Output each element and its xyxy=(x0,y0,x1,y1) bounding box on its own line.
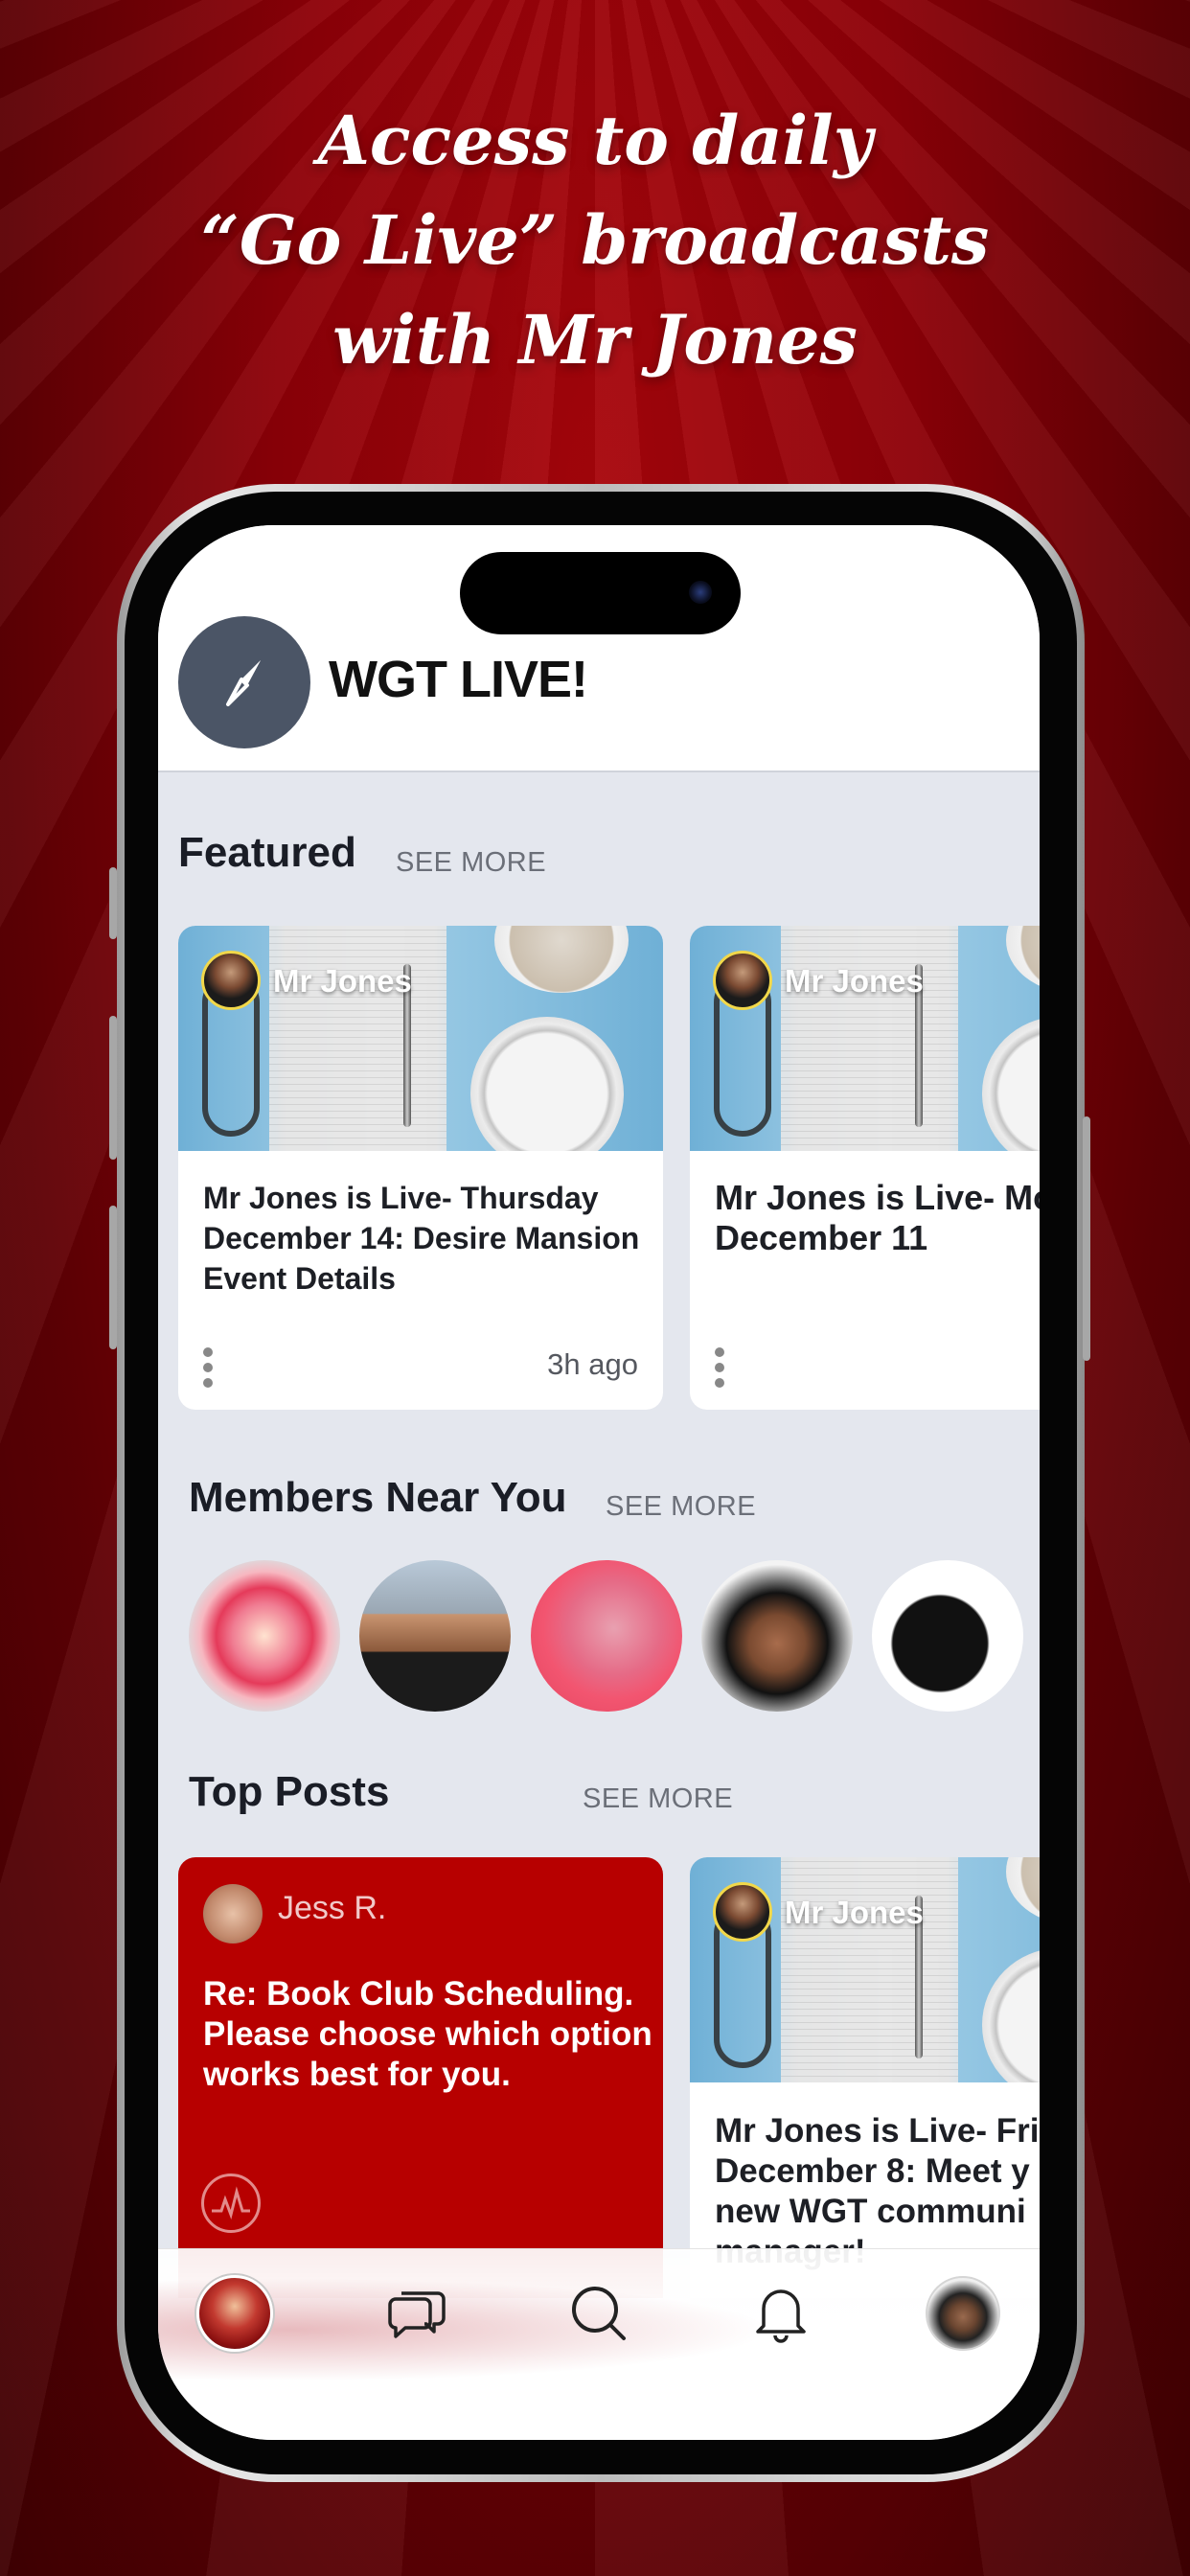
app-title: WGT LIVE! xyxy=(329,651,588,708)
more-options-icon[interactable] xyxy=(715,1347,724,1393)
post-author: Jess R. xyxy=(278,1890,387,1926)
author-avatar xyxy=(203,1884,263,1944)
featured-section-title: Featured xyxy=(178,829,356,876)
top-post-card[interactable]: Mr Jones Mr Jones is Live- Fri December … xyxy=(690,1857,1040,2298)
headline-line-1: Access to daily xyxy=(317,101,873,180)
phone-action-button xyxy=(109,867,117,939)
author-avatar xyxy=(201,951,261,1010)
phone-power-button xyxy=(1083,1116,1090,1361)
top-posts-section-title: Top Posts xyxy=(189,1768,390,1815)
headline-line-3: with Mr Jones xyxy=(332,300,858,380)
headline-line-2: “Go Live” broadcasts xyxy=(200,200,990,280)
member-avatar[interactable] xyxy=(701,1560,853,1712)
member-avatar[interactable] xyxy=(531,1560,682,1712)
members-section-title: Members Near You xyxy=(189,1474,567,1521)
home-avatar-icon[interactable] xyxy=(192,2270,278,2357)
member-avatar[interactable] xyxy=(872,1560,1023,1712)
activity-icon xyxy=(201,2174,261,2233)
author-avatar xyxy=(713,1882,772,1942)
home-indicator xyxy=(457,2405,741,2417)
phone-volume-down-button xyxy=(109,1206,117,1349)
search-icon[interactable] xyxy=(556,2270,642,2357)
top-post-card[interactable]: Jess R. Re: Book Club Scheduling. Please… xyxy=(178,1857,663,2298)
top-posts-see-more-link[interactable]: SEE MORE xyxy=(583,1783,733,1815)
featured-card[interactable]: Mr Jones Mr Jones is Live- Thursday Dece… xyxy=(178,926,663,1410)
profile-avatar-icon[interactable] xyxy=(920,2270,1006,2357)
card-timestamp: 3h ago xyxy=(547,1347,638,1381)
post-text: Re: Book Club Scheduling. Please choose … xyxy=(203,1975,652,2093)
bell-icon[interactable] xyxy=(738,2270,824,2357)
dynamic-island xyxy=(460,552,741,634)
card-title: Mr Jones is Live- Thursday December 14: … xyxy=(203,1181,640,1296)
card-title: Mr Jones is Live- Mo December 11 xyxy=(715,1178,1040,1257)
front-camera xyxy=(689,581,712,604)
card-author: Mr Jones xyxy=(785,963,924,999)
featured-see-more-link[interactable]: SEE MORE xyxy=(396,847,546,879)
members-see-more-link[interactable]: SEE MORE xyxy=(606,1491,756,1523)
more-options-icon[interactable] xyxy=(203,1347,213,1393)
member-avatar[interactable] xyxy=(359,1560,511,1712)
compass-icon[interactable] xyxy=(178,616,310,748)
promo-headline: Access to daily “Go Live” broadcasts wit… xyxy=(0,91,1190,390)
post-author: Mr Jones xyxy=(785,1895,924,1930)
app-screen: WGT LIVE! Featured SEE MORE Mr Jones Mr … xyxy=(158,525,1040,2440)
member-avatar[interactable] xyxy=(189,1560,340,1712)
phone-volume-up-button xyxy=(109,1016,117,1160)
card-author: Mr Jones xyxy=(273,963,412,999)
author-avatar xyxy=(713,951,772,1010)
chat-bubbles-icon[interactable] xyxy=(374,2270,460,2357)
featured-card[interactable]: Mr Jones Mr Jones is Live- Mo December 1… xyxy=(690,926,1040,1410)
